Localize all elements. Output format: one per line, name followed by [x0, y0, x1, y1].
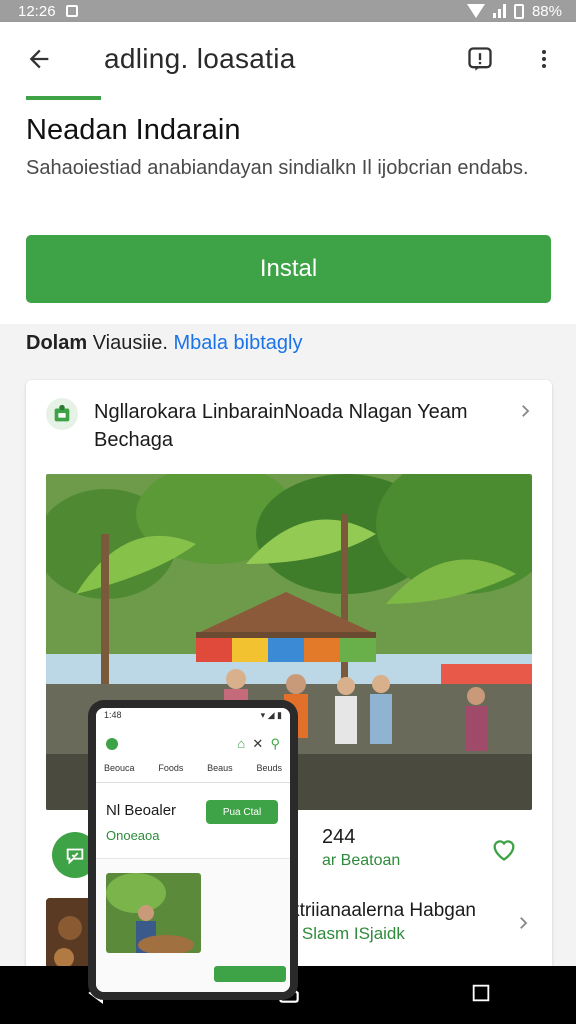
phone-status-time: 1:48	[104, 710, 122, 720]
app-bar: adling. loasatia	[0, 22, 576, 96]
phone-logo-icon	[106, 738, 118, 750]
more-vert-icon	[542, 50, 546, 68]
phone-app-title: Nl Beoaler	[106, 802, 177, 819]
report-icon	[468, 47, 492, 71]
row1-count: 244	[322, 826, 356, 848]
section-link[interactable]: Mbala bibtagly	[173, 332, 302, 354]
phone-icon-row: ⌂ ✕ ⚲	[106, 730, 280, 758]
phone-tab-1: Beouca	[104, 763, 135, 773]
page-heading: Neadan Indarain	[26, 114, 241, 146]
section-label-middle: Viausiie.	[92, 332, 168, 354]
nav-recents-button[interactable]	[470, 982, 492, 1009]
chevron-right-icon	[520, 917, 528, 929]
battery-level: 88%	[531, 2, 562, 20]
app-logo-icon	[54, 404, 70, 422]
battery-icon	[513, 3, 524, 19]
row2-chevron-button[interactable]	[514, 914, 532, 937]
card-chevron-button[interactable]	[516, 402, 534, 425]
phone-divider	[96, 782, 290, 783]
status-time: 12:26	[18, 2, 56, 20]
phone-thumbnail	[106, 873, 201, 953]
favorite-button[interactable]	[490, 836, 518, 867]
card-title: Ngllarokara LinbarainNoada Nlagan Yeam B…	[94, 401, 468, 451]
phone-tab-4: Beuds	[256, 763, 282, 773]
more-options-button[interactable]	[512, 22, 576, 96]
phone-tool-icons: ⌂ ✕ ⚲	[237, 736, 280, 751]
phone-install-button: Pua Ctal	[206, 800, 278, 824]
back-button[interactable]	[0, 22, 78, 96]
phone-tabs: Beouca Foods Beaus Beuds	[104, 763, 282, 773]
phone-screen: 1:48 ▾ ◢ ▮ ⌂ ✕ ⚲ Beouca Foods Beaus Beud…	[96, 708, 290, 992]
tab-indicator	[26, 96, 101, 100]
install-button[interactable]: Instal	[26, 235, 551, 303]
phone-status-bar: 1:48 ▾ ◢ ▮	[96, 708, 290, 722]
card-avatar	[46, 398, 78, 430]
back-arrow-icon	[29, 49, 49, 69]
status-bar: 12:26 88%	[0, 0, 576, 22]
signal-icon	[492, 4, 506, 18]
notification-icon	[65, 5, 78, 17]
section-label-prefix: Dolam	[26, 332, 88, 354]
app-bar-title: adling. loasatia	[104, 43, 296, 74]
phone-tab-2: Foods	[158, 763, 184, 773]
row1-subtitle: ar Beatoan	[322, 852, 401, 869]
heart-icon	[493, 840, 515, 861]
row2-thumbnail	[46, 898, 94, 966]
section-label: Dolam Viausiie. Mbala bibtagly	[26, 332, 302, 355]
chevron-right-icon	[522, 405, 530, 417]
phone-secondary-button	[214, 966, 286, 982]
report-button[interactable]	[448, 22, 512, 96]
download-icon	[66, 848, 84, 865]
nav-recents-icon	[472, 984, 490, 1001]
page-description: Sahaoiestiad anabiandayan sindialkn Il i…	[26, 157, 529, 179]
phone-status-icons: ▾ ◢ ▮	[260, 710, 282, 720]
phone-tab-3: Beaus	[207, 763, 233, 773]
phone-app-subtitle: Onoeaoa	[106, 828, 160, 843]
wifi-icon	[466, 4, 485, 18]
phone-mockup: 1:48 ▾ ◢ ▮ ⌂ ✕ ⚲ Beouca Foods Beaus Beud…	[88, 700, 298, 1000]
